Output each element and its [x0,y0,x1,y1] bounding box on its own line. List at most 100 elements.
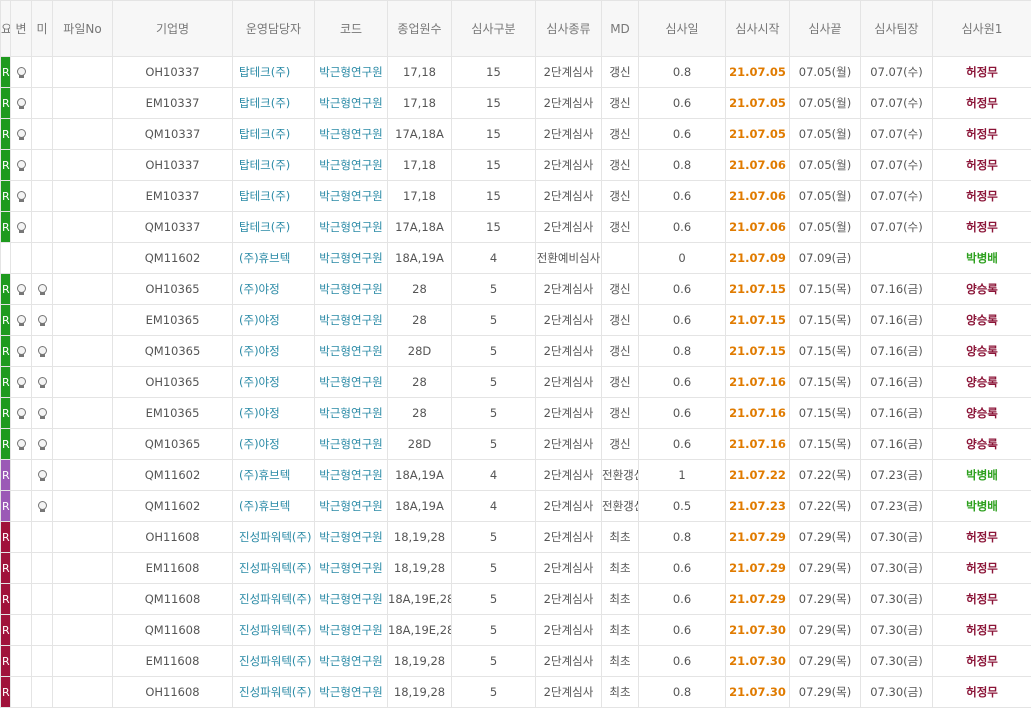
company-link[interactable]: (주)야정 [232,428,315,460]
company-link[interactable]: 탑테크(주) [232,149,315,181]
bulb-icon[interactable] [16,407,26,420]
company-link[interactable]: 탑테크(주) [232,211,315,243]
table-row[interactable]: R QM10337 탑테크(주) 박근형연구원 17A,18A 15 2단계심사 갱신 0.6 2… [0,211,1031,243]
row-flag-badge[interactable]: R [0,180,11,212]
bulb-icon[interactable] [16,159,26,172]
manager-link[interactable]: 박근형연구원 [314,273,388,305]
table-row[interactable]: R QM10337 탑테크(주) 박근형연구원 17A,18A 15 2단계심사 갱신 0.6 2… [0,118,1031,150]
bulb-icon[interactable] [16,128,26,141]
row-flag-badge[interactable]: R [0,87,11,119]
row-flag-badge[interactable]: R [0,366,11,398]
bulb-icon[interactable] [16,438,26,451]
row-flag-badge[interactable]: R [0,521,11,553]
bulb-icon[interactable] [16,97,26,110]
company-link[interactable]: 진성파워텍(주) [232,676,315,708]
header-company[interactable]: 기업명 [112,0,233,57]
manager-link[interactable]: 박근형연구원 [314,397,388,429]
table-row[interactable]: QM11602 (주)휴브텍 박근형연구원 18A,19A 4 전환예비심사 0 21.07.… [0,242,1031,274]
row-flag-badge[interactable]: R [0,583,11,615]
audit-date-cell[interactable]: 21.07.30 [725,645,790,677]
bulb-icon[interactable] [37,407,47,420]
audit-date-cell[interactable]: 21.07.05 [725,118,790,150]
company-link[interactable]: (주)휴브텍 [232,242,315,274]
audit-date-cell[interactable]: 21.07.15 [725,273,790,305]
table-row[interactable]: R OH11608 진성파워텍(주) 박근형연구원 18,19,28 5 2단계심사 최초 0.… [0,676,1031,708]
audit-date-cell[interactable]: 21.07.30 [725,676,790,708]
manager-link[interactable]: 박근형연구원 [314,335,388,367]
table-row[interactable]: R EM11608 진성파워텍(주) 박근형연구원 18,19,28 5 2단계심사 최초 0.… [0,552,1031,584]
manager-link[interactable]: 박근형연구원 [314,583,388,615]
company-link[interactable]: (주)야정 [232,335,315,367]
company-link[interactable]: 탑테크(주) [232,56,315,88]
audit-date-cell[interactable]: 21.07.30 [725,614,790,646]
header-leader[interactable]: 심사팀장 [860,0,933,57]
header-file-no[interactable]: 파일No [52,0,113,57]
manager-link[interactable]: 박근형연구원 [314,304,388,336]
header-member[interactable]: 심사원1 [932,0,1031,57]
header-audit-kind[interactable]: 심사종류 [535,0,602,57]
bulb-icon[interactable] [16,376,26,389]
table-row[interactable]: R OH10365 (주)야정 박근형연구원 28 5 2단계심사 갱신 0.6 21.07.15… [0,273,1031,305]
audit-date-cell[interactable]: 21.07.16 [725,366,790,398]
manager-link[interactable]: 박근형연구원 [314,676,388,708]
manager-link[interactable]: 박근형연구원 [314,490,388,522]
audit-date-cell[interactable]: 21.07.23 [725,490,790,522]
audit-date-cell[interactable]: 21.07.16 [725,397,790,429]
bulb-icon[interactable] [37,376,47,389]
row-flag-badge[interactable]: R [0,211,11,243]
row-flag-badge[interactable]: R [0,335,11,367]
bulb-icon[interactable] [37,500,47,513]
audit-date-cell[interactable]: 21.07.09 [725,242,790,274]
table-row[interactable]: R QM11602(주)휴브텍박근형연구원18A,19A42단계심사전환갱신0.5… [0,490,1031,522]
header-audit-date[interactable]: 심사일 [638,0,726,57]
company-link[interactable]: 진성파워텍(주) [232,552,315,584]
audit-date-cell[interactable]: 21.07.22 [725,459,790,491]
row-flag-badge[interactable]: R [0,459,11,491]
table-row[interactable]: R EM10365 (주)야정 박근형연구원 28 5 2단계심사 갱신 0.6 21.07.15… [0,304,1031,336]
header-cell-3[interactable]: 미 [31,0,53,57]
manager-link[interactable]: 박근형연구원 [314,87,388,119]
manager-link[interactable]: 박근형연구원 [314,521,388,553]
audit-date-cell[interactable]: 21.07.29 [725,521,790,553]
audit-date-cell[interactable]: 21.07.15 [725,304,790,336]
bulb-icon[interactable] [37,283,47,296]
row-flag-badge[interactable]: R [0,149,11,181]
company-link[interactable]: 탑테크(주) [232,87,315,119]
row-flag-badge[interactable]: R [0,428,11,460]
bulb-icon[interactable] [37,345,47,358]
company-link[interactable]: (주)휴브텍 [232,459,315,491]
header-end[interactable]: 심사끝 [789,0,861,57]
manager-link[interactable]: 박근형연구원 [314,180,388,212]
company-link[interactable]: (주)야정 [232,397,315,429]
table-row[interactable]: R EM11608 진성파워텍(주) 박근형연구원 18,19,28 5 2단계심사 최초 0.… [0,645,1031,677]
bulb-icon[interactable] [16,283,26,296]
header-code[interactable]: 코드 [314,0,388,57]
bulb-icon[interactable] [16,345,26,358]
manager-link[interactable]: 박근형연구원 [314,242,388,274]
audit-date-cell[interactable]: 21.07.05 [725,87,790,119]
manager-link[interactable]: 박근형연구원 [314,211,388,243]
bulb-icon[interactable] [37,438,47,451]
table-row[interactable]: R EM10365 (주)야정 박근형연구원 28 5 2단계심사 갱신 0.6 21.07.16… [0,397,1031,429]
company-link[interactable]: 탑테크(주) [232,180,315,212]
header-start[interactable]: 심사시작 [725,0,790,57]
header-cell-2[interactable]: 변 [10,0,32,57]
row-flag-badge[interactable]: R [0,56,11,88]
audit-date-cell[interactable]: 21.07.15 [725,335,790,367]
bulb-icon[interactable] [16,66,26,79]
company-link[interactable]: 진성파워텍(주) [232,583,315,615]
company-link[interactable]: 진성파워텍(주) [232,614,315,646]
company-link[interactable]: (주)휴브텍 [232,490,315,522]
table-row[interactable]: R EM10337 탑테크(주) 박근형연구원 17,18 15 2단계심사 갱신 0.6 21.… [0,180,1031,212]
row-flag-badge[interactable]: R [0,118,11,150]
row-flag-badge[interactable]: R [0,490,11,522]
table-row[interactable]: R OH11608 진성파워텍(주) 박근형연구원 18,19,28 5 2단계심사 최초 0.… [0,521,1031,553]
bulb-icon[interactable] [16,314,26,327]
table-row[interactable]: R OH10337 탑테크(주) 박근형연구원 17,18 15 2단계심사 갱신 0.8 21.… [0,149,1031,181]
bulb-icon[interactable] [16,221,26,234]
row-flag-badge[interactable]: R [0,645,11,677]
company-link[interactable]: (주)야정 [232,304,315,336]
company-link[interactable]: (주)야정 [232,366,315,398]
row-flag-badge[interactable]: R [0,304,11,336]
row-flag-badge[interactable]: R [0,676,11,708]
